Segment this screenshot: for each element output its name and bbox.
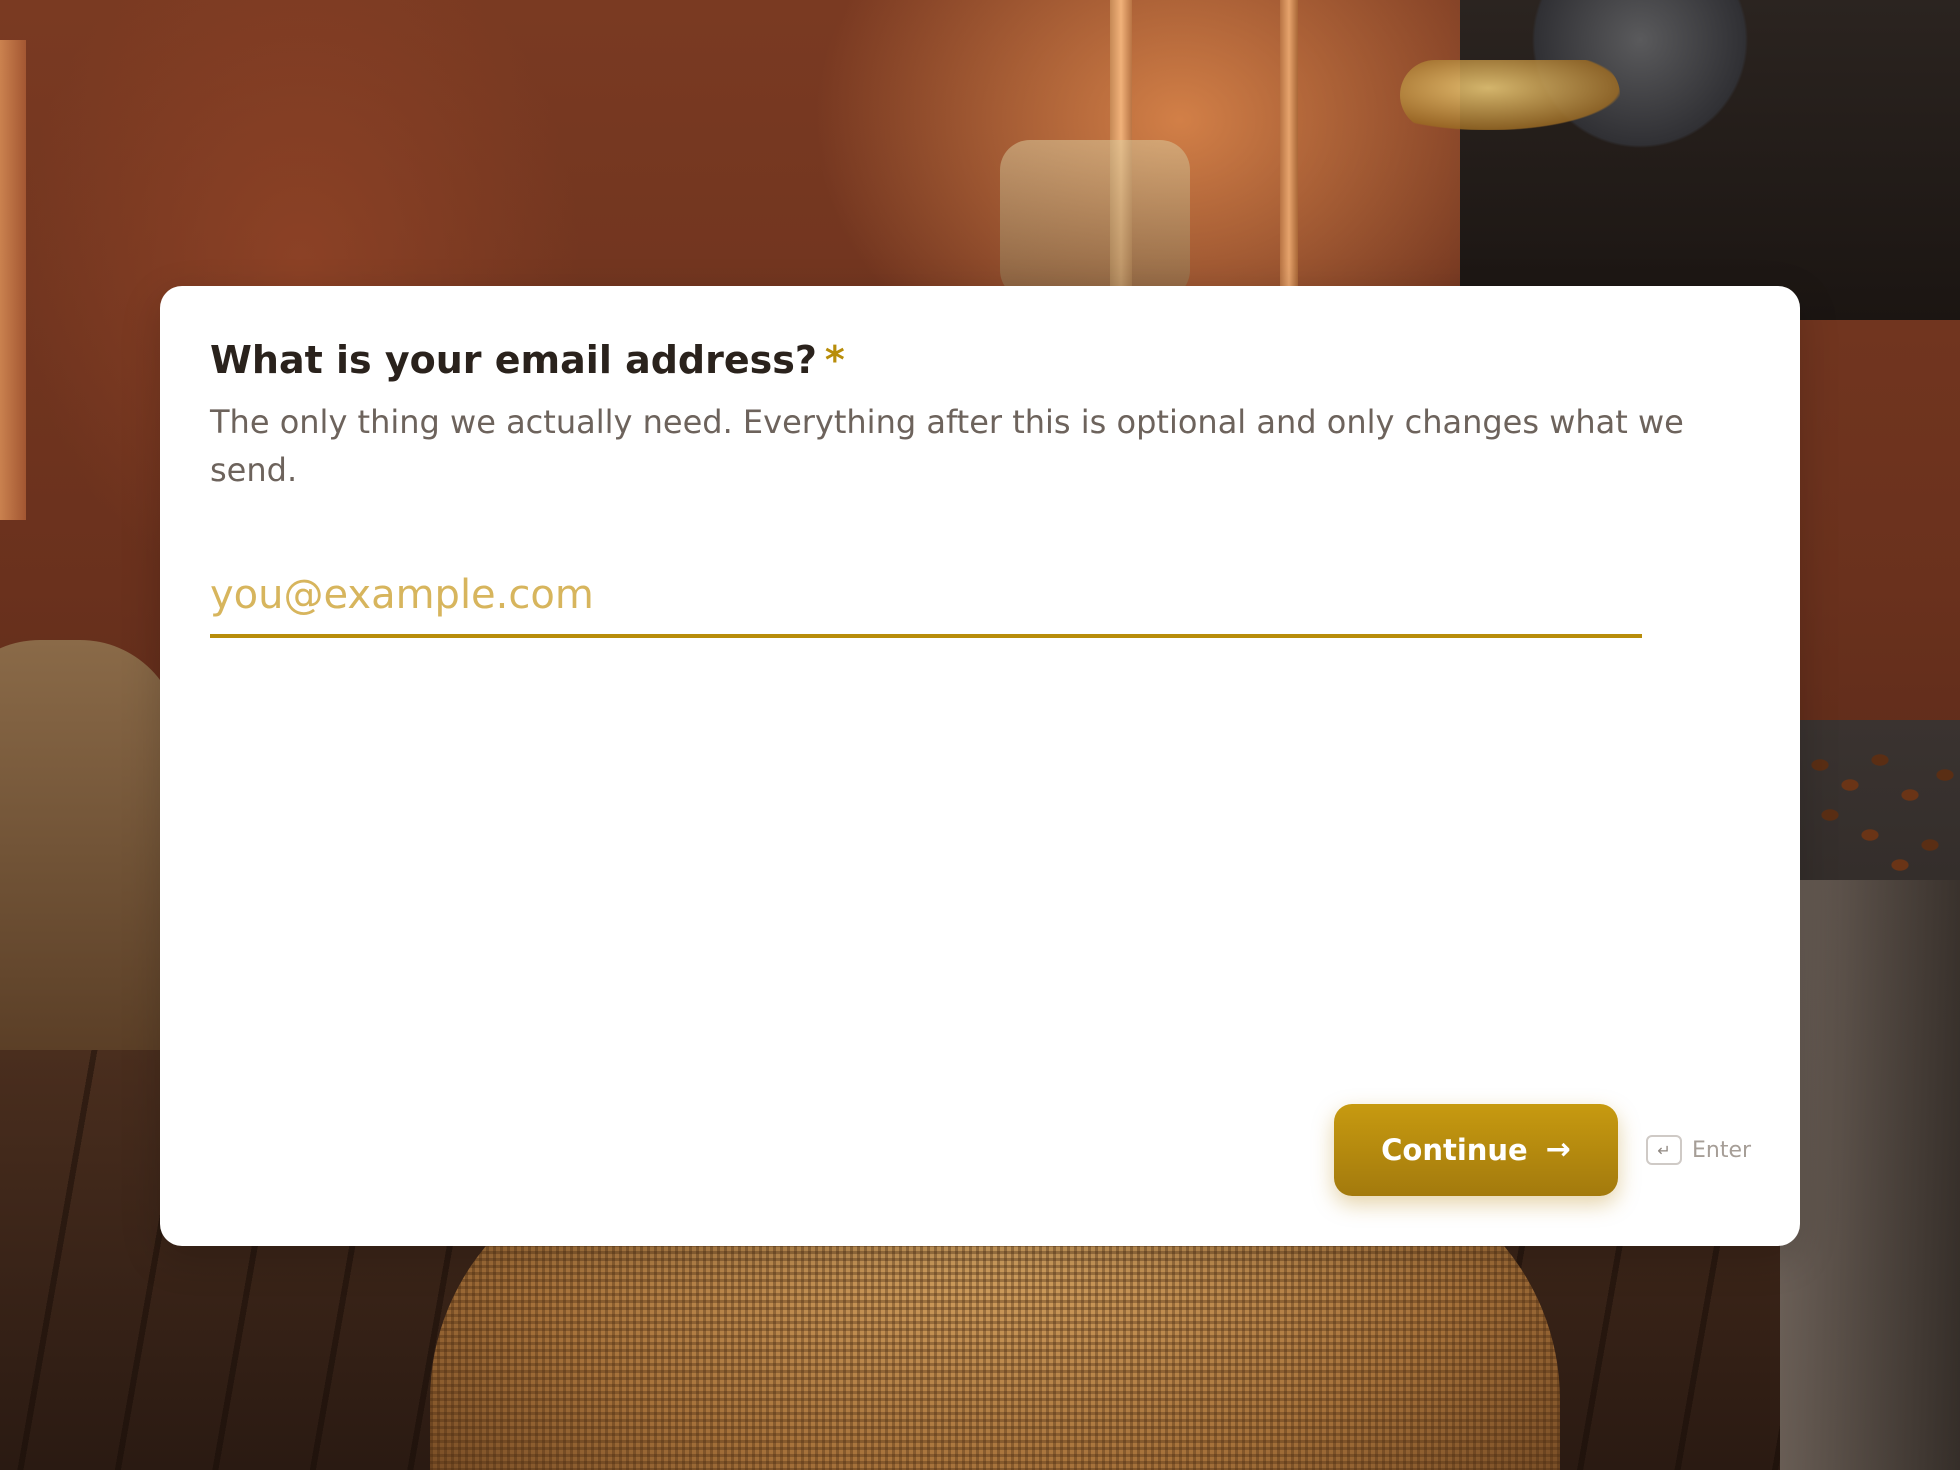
arrow-right-icon: →: [1545, 1132, 1571, 1167]
glass-jar: [1000, 140, 1190, 300]
brass-fitting: [1400, 60, 1620, 130]
counter-edge: [1780, 880, 1960, 1470]
continue-label: Continue: [1381, 1133, 1528, 1167]
return-key-icon: ↵: [1646, 1135, 1682, 1165]
form-card: What is your email address? * The only th…: [160, 286, 1800, 1246]
question-heading: What is your email address? *: [210, 338, 845, 382]
email-input[interactable]: [210, 556, 1642, 638]
question-description: The only thing we actually need. Everyth…: [210, 403, 1684, 489]
required-marker: *: [824, 338, 845, 382]
window-light: [0, 40, 26, 520]
coffee-roaster: [1460, 0, 1960, 320]
enter-hint: ↵ Enter: [1646, 1133, 1751, 1167]
coffee-beans: [1800, 745, 1960, 885]
brass-pole: [1280, 0, 1298, 300]
enter-hint-label: Enter: [1692, 1137, 1752, 1163]
sack-left: [0, 640, 180, 1060]
question-text: What is your email address?: [210, 338, 817, 382]
continue-button[interactable]: Continue →: [1334, 1104, 1618, 1196]
